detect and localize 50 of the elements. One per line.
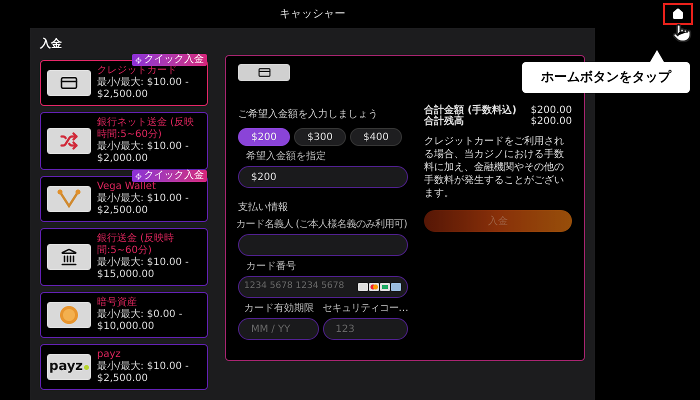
field-label: カード有効期限: [243, 302, 315, 316]
amount-heading: ご希望入金額を入力しましょう: [238, 108, 379, 122]
method-name: payz: [97, 349, 122, 360]
method-limits: 最小/最大: $0.00 - $10,000.00: [97, 309, 184, 333]
method-limits: 最小/最大: $10.00 - $2,500.00: [97, 77, 190, 101]
hand-pointer-icon: [672, 23, 692, 43]
coin-icon: [59, 305, 79, 325]
field-label: 希望入金額を指定: [245, 150, 327, 164]
amount-button[interactable]: $300: [294, 128, 346, 146]
bank-icon: [60, 248, 78, 266]
field-label: カード名義人 (ご本人様名義のみ利用可): [236, 218, 408, 232]
method-limits: 最小/最大: $10.00 - $15,000.00: [97, 257, 190, 281]
payment-heading: 支払い情報: [238, 200, 289, 215]
quick-deposit-badge: クイック入金: [132, 170, 207, 182]
field-label: カード番号: [245, 260, 297, 274]
bolt-icon: [135, 56, 142, 64]
star-v-icon: [57, 189, 81, 209]
payment-method-card[interactable]: payz payz 最小/最大: $10.00 - $2,500.00: [40, 344, 208, 390]
quick-deposit-badge: クイック入金: [132, 54, 207, 66]
summary-label: 合計残高: [424, 116, 464, 127]
payz-logo: payz: [47, 354, 91, 380]
payment-method-card[interactable]: 銀行送金 (反映時間:5~60分) 最小/最大: $10.00 - $15,000.00: [40, 228, 208, 286]
home-icon: [672, 8, 684, 20]
card-tab[interactable]: [238, 64, 290, 81]
payment-method-card[interactable]: 暗号資産 最小/最大: $0.00 - $10,000.00: [40, 292, 208, 338]
method-limits: 最小/最大: $10.00 - $2,500.00: [97, 193, 190, 217]
method-name: クレジットカード: [97, 65, 178, 76]
method-name: 銀行ネット送金 (反映時間:5~60分): [97, 117, 196, 140]
amount-button[interactable]: $200: [238, 128, 290, 146]
method-limits: 最小/最大: $10.00 - $2,500.00: [97, 361, 190, 385]
summary-value: $200.00: [530, 116, 572, 127]
input-field[interactable]: [238, 234, 408, 256]
tooltip-arrow: [650, 50, 664, 62]
summary-label: 合計金額 (手数料込): [424, 105, 517, 116]
amount-button[interactable]: $400: [350, 128, 402, 146]
card-brands-icon: [358, 283, 402, 291]
shuffle-icon: [60, 132, 78, 150]
page-title: キャッシャー: [278, 6, 346, 22]
method-name: Vega Wallet: [97, 181, 157, 192]
summary-value: $200.00: [530, 105, 572, 116]
fee-notice: クレジットカードをご利用される場合、当カジノにおける手数料に加え、金融機関やその他の手数料が発生することがございます。: [424, 135, 565, 200]
method-name: 銀行送金 (反映時間:5~60分): [97, 233, 176, 256]
bolt-icon: [135, 172, 142, 180]
method-limits: 最小/最大: $10.00 - $2,000.00: [97, 141, 190, 165]
input-field[interactable]: $200: [238, 166, 408, 188]
home-button[interactable]: [663, 3, 693, 25]
method-name: 暗号資産: [97, 297, 138, 308]
field-label: セキュリティコー…: [322, 302, 408, 316]
payment-method-card[interactable]: 銀行ネット送金 (反映時間:5~60分) 最小/最大: $10.00 - $2,000.00: [40, 112, 208, 170]
section-title: 入金: [40, 36, 62, 52]
